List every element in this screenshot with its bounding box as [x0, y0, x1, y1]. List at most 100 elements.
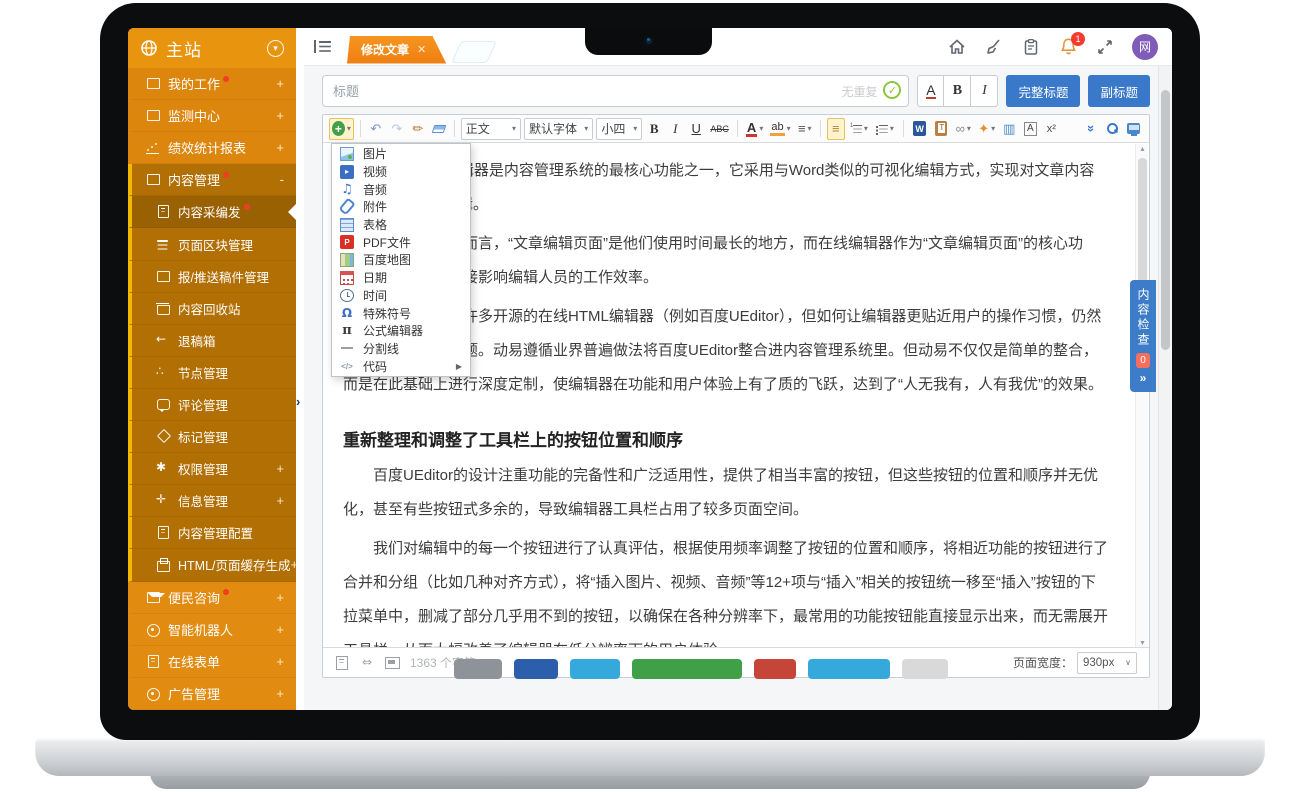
highlight-button[interactable]: ab▾	[768, 118, 792, 140]
sidebar-item-绩效统计报表[interactable]: 绩效统计报表+	[128, 132, 296, 164]
screen-toggle-icon[interactable]	[385, 656, 399, 669]
superscript-button[interactable]: x²	[1042, 118, 1060, 140]
sidebar-item-信息管理[interactable]: 信息管理+	[128, 485, 296, 517]
scroll-down-icon[interactable]: ▼	[1136, 640, 1149, 647]
action-button-3[interactable]	[570, 659, 620, 679]
insert-menu-item-百度地图[interactable]: 百度地图	[332, 251, 470, 269]
columns-button[interactable]: ▥	[1000, 118, 1018, 140]
title-color-button[interactable]: A	[917, 75, 944, 107]
link-button[interactable]: ∞▾	[953, 118, 973, 140]
undo-icon[interactable]: ↶	[367, 118, 385, 140]
sidebar-item-HTML/页面缓存生成[interactable]: HTML/页面缓存生成+	[128, 549, 296, 581]
insert-menu-item-日期[interactable]: 日期	[332, 269, 470, 287]
font-select[interactable]: 默认字体▾	[524, 118, 593, 140]
strikethrough-button[interactable]: ABC	[708, 118, 731, 140]
content-check-panel[interactable]: 内容检查 0 »	[1130, 280, 1156, 392]
unordered-list-button[interactable]: ▾	[874, 118, 897, 140]
title-input[interactable]	[322, 75, 909, 107]
subtitle-button[interactable]: 副标题	[1088, 75, 1150, 107]
redo-icon[interactable]: ↷	[388, 118, 406, 140]
sidebar-item-评论管理[interactable]: 评论管理	[128, 389, 296, 421]
element-path-icon[interactable]	[335, 656, 349, 669]
sidebar-item-节点管理[interactable]: 节点管理	[128, 357, 296, 389]
title-bold-button[interactable]: B	[944, 75, 971, 107]
resize-width-icon[interactable]: ⇔	[360, 656, 374, 669]
sidebar-header[interactable]: 主站 ▾	[128, 28, 296, 68]
page-scrollbar[interactable]	[1158, 66, 1170, 710]
collapse-menu-icon[interactable]	[314, 40, 331, 53]
audit-clipboard-icon[interactable]	[1021, 37, 1041, 57]
insert-menu-item-公式编辑器[interactable]: 公式编辑器	[332, 322, 470, 340]
sidebar-item-权限管理[interactable]: 权限管理+	[128, 453, 296, 485]
bold-button[interactable]: B	[645, 118, 663, 140]
search-preview-button[interactable]	[1103, 118, 1121, 140]
action-button-4[interactable]	[632, 659, 742, 679]
action-button-6[interactable]	[808, 659, 890, 679]
fullscreen-button[interactable]	[1124, 118, 1143, 140]
insert-menu-item-表格[interactable]: 表格	[332, 216, 470, 234]
sidebar-item-退稿箱[interactable]: 退稿箱	[128, 325, 296, 357]
form-icon	[146, 655, 160, 668]
fullscreen-arrows-icon[interactable]	[1095, 37, 1115, 57]
action-button-5[interactable]	[754, 659, 796, 679]
insert-menu-item-附件[interactable]: 附件	[332, 198, 470, 216]
insert-dropdown-button[interactable]: +▾	[329, 118, 354, 140]
italic-button[interactable]: I	[666, 118, 684, 140]
insert-menu-item-音频[interactable]: 音频	[332, 180, 470, 198]
home-icon[interactable]	[947, 37, 967, 57]
align-button[interactable]: ≡▾	[796, 118, 814, 140]
action-button-7[interactable]	[902, 659, 948, 679]
page-width-select[interactable]: 930px ∨	[1077, 652, 1137, 674]
sidebar-item-内容管理[interactable]: 内容管理-	[128, 164, 296, 196]
close-icon[interactable]: ✕	[417, 43, 426, 56]
indent-button[interactable]: ≡	[827, 118, 845, 140]
sidebar-item-内容回收站[interactable]: 内容回收站	[128, 293, 296, 325]
paragraph-select[interactable]: 正文▾	[461, 118, 521, 140]
sidebar-item-便民咨询[interactable]: 便民咨询+	[128, 582, 296, 614]
title-italic-button[interactable]: I	[971, 75, 998, 107]
paste-button[interactable]	[932, 118, 950, 140]
more-tools-button[interactable]: »	[1082, 118, 1100, 140]
sidebar-item-页面区块管理[interactable]: 页面区块管理	[128, 228, 296, 260]
insert-menu-item-特殊符号[interactable]: 特殊符号	[332, 304, 470, 322]
ordered-list-button[interactable]: ▾	[848, 118, 871, 140]
tab-edit-article[interactable]: 修改文章 ✕	[347, 36, 446, 64]
avatar[interactable]: 网	[1132, 34, 1158, 60]
sidebar-item-报/推送稿件管理[interactable]: 报/推送稿件管理	[128, 261, 296, 293]
insert-menu-item-分割线[interactable]: 分割线	[332, 340, 470, 358]
sidebar-item-内容采编发[interactable]: 内容采编发	[128, 196, 296, 228]
full-title-button[interactable]: 完整标题	[1006, 75, 1080, 107]
clean-broom-icon[interactable]	[984, 37, 1004, 57]
word-import-button[interactable]: W	[910, 118, 929, 140]
char-border-button[interactable]: A	[1021, 118, 1039, 140]
sidebar-item-监测中心[interactable]: 监测中心+	[128, 100, 296, 132]
autotypeset-button[interactable]: ✦▾	[976, 118, 997, 140]
action-button-2[interactable]	[514, 659, 558, 679]
bell-icon[interactable]: 1	[1058, 37, 1078, 57]
sidebar-item-在线表单[interactable]: 在线表单+	[128, 646, 296, 678]
expand-panel-chevron-icon[interactable]: ›	[296, 394, 300, 409]
page-scroll-thumb[interactable]	[1161, 90, 1170, 350]
format-painter-icon[interactable]: ✏	[409, 118, 427, 140]
insert-menu-item-PDF文件[interactable]: PDF文件	[332, 233, 470, 251]
sidebar-item-标记管理[interactable]: 标记管理	[128, 421, 296, 453]
underline-button[interactable]: U	[687, 118, 705, 140]
editor-scrollbar[interactable]: ▲ ▼	[1135, 144, 1148, 649]
sidebar-item-我的工作[interactable]: 我的工作+	[128, 68, 296, 100]
insert-menu-item-图片[interactable]: 图片	[332, 145, 470, 163]
font-color-glyph: A	[746, 121, 757, 137]
font-color-button[interactable]: A▾	[744, 118, 766, 140]
sidebar-item-广告管理[interactable]: 广告管理+	[128, 678, 296, 710]
page-width-value: 930px	[1083, 657, 1114, 669]
scroll-up-icon[interactable]: ▲	[1136, 146, 1149, 153]
sidebar-item-内容管理配置[interactable]: 内容管理配置	[128, 517, 296, 549]
insert-menu-item-代码[interactable]: 代码▶	[332, 357, 470, 375]
sidebar-item-智能机器人[interactable]: 智能机器人+	[128, 614, 296, 646]
action-button-1[interactable]	[454, 659, 502, 679]
sidebar-item-label: HTML/页面缓存生成	[178, 555, 291, 574]
chevron-down-icon[interactable]: ▾	[267, 40, 284, 57]
size-select[interactable]: 小四▾	[596, 118, 642, 140]
insert-menu-item-视频[interactable]: 视频	[332, 163, 470, 181]
eraser-icon[interactable]	[430, 118, 448, 140]
insert-menu-item-时间[interactable]: 时间	[332, 287, 470, 305]
